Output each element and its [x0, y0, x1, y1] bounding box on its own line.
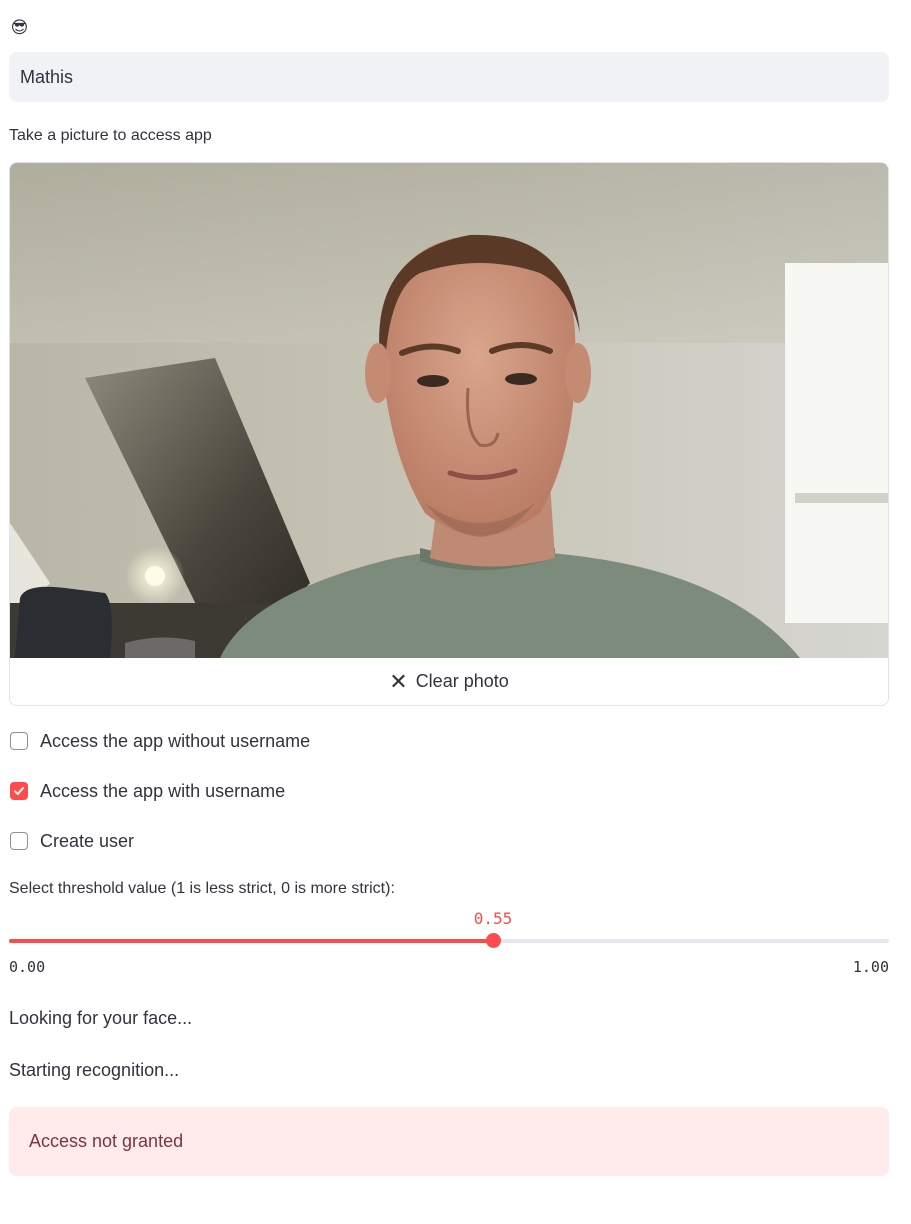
captured-photo [10, 163, 888, 658]
error-alert: Access not granted [9, 1107, 889, 1176]
slider-thumb[interactable] [485, 933, 501, 948]
slider-fill [9, 939, 493, 943]
clear-photo-label: Clear photo [415, 671, 509, 691]
checkbox-box[interactable] [10, 832, 28, 850]
slider-min-label: 0.00 [9, 958, 46, 976]
sunglasses-emoji-icon: 😎 [10, 18, 29, 37]
checkbox-create-user[interactable]: Create user [10, 829, 134, 853]
threshold-slider[interactable] [9, 933, 889, 948]
close-icon: ✕ [389, 668, 408, 694]
checkmark-icon [14, 787, 24, 795]
slider-max-label: 1.00 [852, 958, 889, 976]
checkbox-label: Access the app with username [40, 780, 286, 801]
status-starting: Starting recognition... [9, 1060, 180, 1080]
status-looking: Looking for your face... [9, 1008, 193, 1028]
app-page: 😎 Take a picture to access app [0, 0, 911, 1224]
slider-label: Select threshold value (1 is less strict… [9, 880, 395, 897]
checkbox-access-with-username[interactable]: Access the app with username [10, 779, 285, 803]
slider-value: 0.55 [473, 909, 513, 928]
username-input[interactable] [9, 52, 889, 102]
camera-input: ✕ Clear photo [9, 162, 889, 706]
alert-message: Access not granted [29, 1131, 184, 1151]
checkbox-box[interactable] [10, 732, 28, 750]
checkbox-label: Access the app without username [40, 730, 311, 751]
checkbox-access-without-username[interactable]: Access the app without username [10, 729, 310, 753]
checkbox-box[interactable] [10, 782, 28, 800]
camera-label: Take a picture to access app [9, 127, 212, 144]
clear-photo-button[interactable]: ✕ Clear photo [10, 658, 888, 705]
checkbox-label: Create user [40, 830, 135, 851]
